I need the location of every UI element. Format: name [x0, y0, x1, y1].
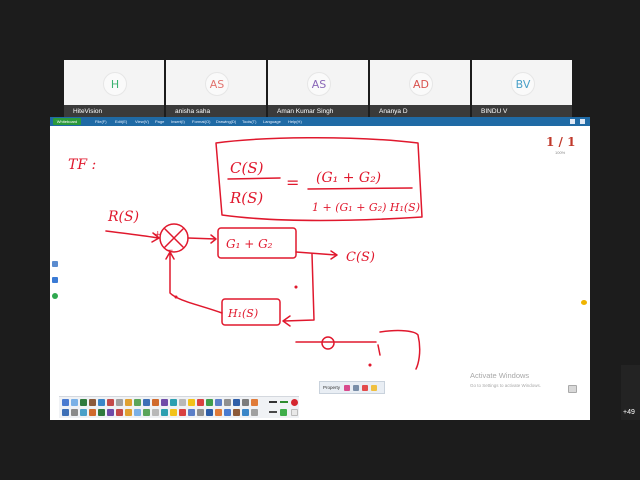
output-label: C(S) — [346, 250, 375, 265]
input-label: R(S) — [107, 209, 139, 225]
tool-icon[interactable] — [251, 399, 258, 406]
bottom-toolbar — [59, 396, 299, 418]
fill-icon[interactable] — [280, 409, 287, 416]
tool-icon[interactable] — [188, 399, 195, 406]
participant-strip: H HiteVision AS anisha saha AS Aman Kuma… — [64, 60, 576, 118]
tool-icon[interactable] — [98, 409, 105, 416]
tool-icon[interactable] — [197, 409, 204, 416]
tool-icon[interactable] — [62, 409, 69, 416]
avatar: BV — [511, 72, 535, 96]
tf-numerator: C(S) — [230, 159, 264, 177]
forward-block-label: G₁ + G₂ — [226, 237, 273, 251]
tool-icon[interactable] — [152, 399, 159, 406]
property-panel[interactable]: Property — [319, 381, 385, 394]
tool-icon[interactable] — [107, 409, 114, 416]
tool-icon[interactable] — [89, 409, 96, 416]
tool-icon[interactable] — [242, 409, 249, 416]
feedback-block-label: H₁(S) — [227, 307, 258, 320]
line-color-icon[interactable] — [280, 401, 288, 403]
ink-dot — [294, 285, 298, 289]
minus-sign: − — [166, 246, 174, 256]
tool-icon[interactable] — [125, 399, 132, 406]
avatar: AS — [307, 72, 331, 96]
junction-to-block — [187, 234, 217, 244]
tf-equals: = — [286, 173, 299, 192]
participant-tile[interactable]: AS anisha saha — [166, 60, 266, 118]
participant-tile[interactable]: AD Ananya D — [370, 60, 470, 118]
color-icon[interactable] — [344, 385, 350, 391]
tool-icon[interactable] — [233, 399, 240, 406]
tool-icon[interactable] — [170, 399, 177, 406]
ink-dot — [368, 363, 372, 367]
meeting-stage: H HiteVision AS anisha saha AS Aman Kuma… — [0, 0, 640, 480]
feedback-line — [282, 253, 315, 327]
tool-icon[interactable] — [197, 399, 204, 406]
tool-icon[interactable] — [215, 409, 222, 416]
avatar: AS — [205, 72, 229, 96]
tool-icon[interactable] — [98, 399, 105, 406]
tool-icon[interactable] — [125, 409, 132, 416]
output-arrow — [295, 250, 338, 260]
tool-icon[interactable] — [80, 409, 87, 416]
tool-icon[interactable] — [143, 409, 150, 416]
fraction-bar-right — [307, 187, 413, 190]
scribble-hook — [379, 329, 421, 370]
tool-icon[interactable] — [71, 399, 78, 406]
eraser-icon[interactable] — [291, 399, 298, 406]
tool-icon[interactable] — [242, 399, 249, 406]
tool-icon[interactable] — [71, 409, 78, 416]
tool-icon[interactable] — [224, 399, 231, 406]
tool-icon[interactable] — [152, 409, 159, 416]
scribble-circle — [321, 336, 335, 350]
watermark-title: Activate Windows — [470, 371, 530, 380]
fraction-bar-left — [227, 177, 281, 180]
tf-rhs-denominator: 1 + (G₁ + G₂) H₁(S) — [312, 201, 420, 214]
avatar: H — [103, 72, 127, 96]
tool-icon[interactable] — [188, 409, 195, 416]
property-label: Property — [323, 385, 341, 390]
feedback-return — [165, 251, 223, 314]
scribble-tick — [377, 344, 381, 356]
line-style-icon[interactable] — [269, 411, 277, 413]
tool-icon[interactable] — [62, 399, 69, 406]
tool-icon[interactable] — [107, 399, 114, 406]
tool-icon[interactable] — [134, 399, 141, 406]
tool-icon[interactable] — [116, 399, 123, 406]
tool-icon[interactable] — [161, 409, 168, 416]
participant-tile[interactable]: H HiteVision — [64, 60, 164, 118]
tool-icon[interactable] — [89, 399, 96, 406]
tool-icon[interactable] — [161, 399, 168, 406]
tool-icon[interactable] — [143, 399, 150, 406]
layer-icon[interactable] — [353, 385, 359, 391]
tf-rhs-numerator: (G₁ + G₂) — [316, 170, 381, 186]
avatar: AD — [409, 72, 433, 96]
settings-icon[interactable] — [291, 409, 298, 416]
input-arrow — [105, 230, 160, 243]
tool-icon[interactable] — [233, 409, 240, 416]
participant-tile[interactable]: AS Aman Kumar Singh — [268, 60, 368, 118]
tool-icon[interactable] — [170, 409, 177, 416]
tool-icon[interactable] — [215, 399, 222, 406]
junction-cross — [164, 228, 184, 248]
tool-icon[interactable] — [179, 399, 186, 406]
tool-icon[interactable] — [80, 399, 87, 406]
tool-icon[interactable] — [206, 399, 213, 406]
tool-icon[interactable] — [116, 409, 123, 416]
keyboard-icon[interactable] — [568, 385, 577, 393]
participant-tile[interactable]: BV BINDU V — [472, 60, 572, 118]
ink-dot — [174, 295, 178, 299]
tf-denominator: R(S) — [229, 189, 263, 207]
shape-icon[interactable] — [362, 385, 368, 391]
more-participants-count[interactable]: +49 — [623, 409, 635, 416]
plus-sign: + — [154, 230, 162, 240]
pen-icon[interactable] — [371, 385, 377, 391]
tool-icon[interactable] — [179, 409, 186, 416]
whiteboard-window[interactable]: Whiteboard File(F) Edit(E) View(V) Page … — [50, 117, 590, 420]
tool-icon[interactable] — [251, 409, 258, 416]
tool-icon[interactable] — [134, 409, 141, 416]
tool-icon[interactable] — [206, 409, 213, 416]
tool-icon[interactable] — [224, 409, 231, 416]
tf-label: TF : — [68, 157, 96, 173]
line-width-icon[interactable] — [269, 401, 277, 403]
